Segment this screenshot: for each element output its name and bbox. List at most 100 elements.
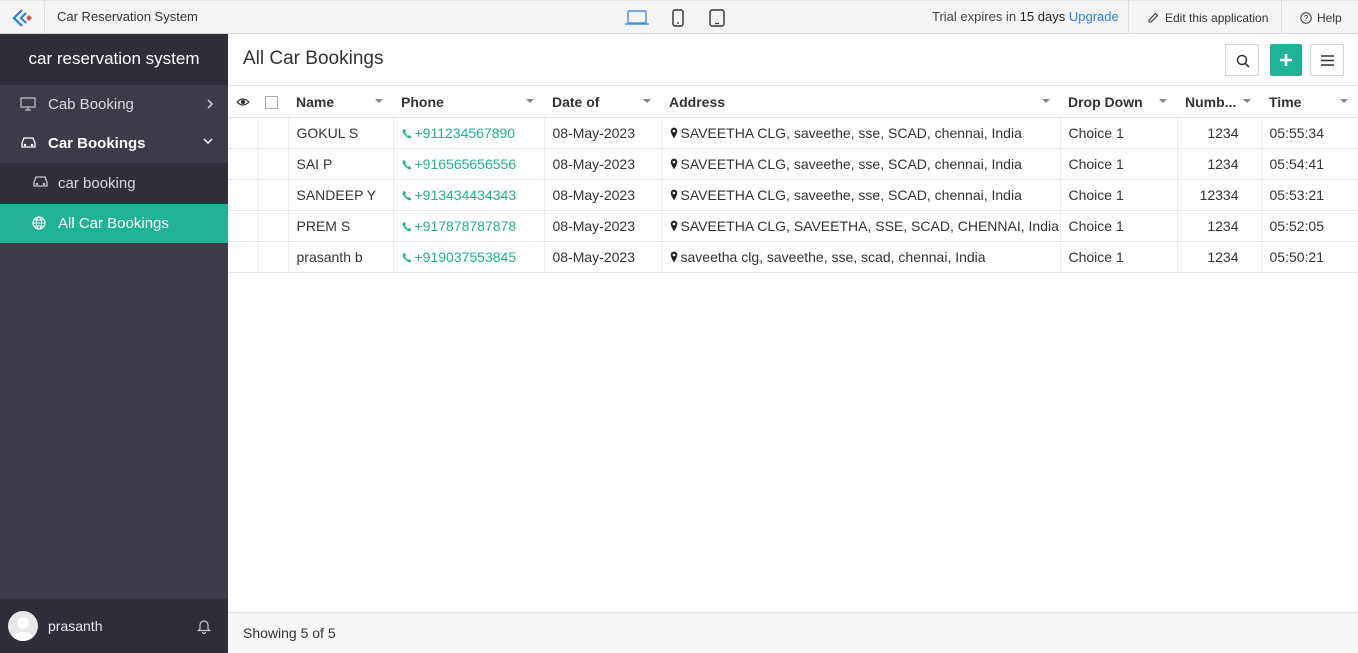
column-header-phone[interactable]: Phone: [393, 85, 544, 118]
phone-link[interactable]: +913434434343: [415, 187, 517, 203]
cell-number: 1234: [1177, 117, 1262, 149]
cell-address: SAVEETHA CLG, saveethe, sse, SCAD, chenn…: [661, 179, 1061, 211]
row-select-cell[interactable]: [258, 148, 289, 180]
sort-caret-icon[interactable]: [1340, 99, 1348, 103]
edit-application-button[interactable]: Edit this application: [1128, 1, 1282, 34]
cell-phone[interactable]: +917878787878: [393, 210, 545, 242]
column-header-address[interactable]: Address: [661, 85, 1060, 118]
column-header-label: Date of: [552, 93, 600, 110]
app-logo[interactable]: [0, 1, 45, 34]
bell-icon[interactable]: [197, 618, 211, 634]
row-actions-cell[interactable]: [228, 117, 259, 149]
monitor-icon: [20, 97, 36, 111]
address-text: SAVEETHA CLG, saveethe, sse, SCAD, chenn…: [680, 125, 1022, 141]
cell-number: 1234: [1177, 148, 1262, 180]
sort-caret-icon[interactable]: [1042, 99, 1050, 103]
phone-link[interactable]: +917878787878: [415, 218, 517, 234]
row-actions-cell[interactable]: [228, 241, 259, 273]
chevron-down-icon: [203, 138, 213, 145]
cell-date: 08-May-2023: [544, 241, 662, 273]
svg-text:?: ?: [1304, 14, 1309, 23]
column-header-label: Numb...: [1185, 93, 1237, 110]
bookings-table: Name Phone Date of Address Drop Down Num…: [228, 85, 1358, 273]
column-header-name[interactable]: Name: [288, 85, 393, 118]
phone-icon[interactable]: [672, 9, 684, 30]
phone-icon: [402, 252, 411, 263]
column-header-number[interactable]: Numb...: [1177, 85, 1261, 118]
row-select-cell[interactable]: [258, 179, 289, 211]
upgrade-link[interactable]: Upgrade: [1069, 9, 1119, 24]
sidebar-item-cab-booking[interactable]: Cab Booking: [0, 85, 228, 124]
column-header-label: Phone: [401, 93, 444, 110]
phone-link[interactable]: +911234567890: [415, 125, 516, 141]
sort-caret-icon[interactable]: [375, 99, 383, 103]
chevron-right-icon: [207, 99, 214, 109]
map-pin-icon: [670, 220, 677, 232]
cell-date: 08-May-2023: [544, 179, 662, 211]
sort-caret-icon[interactable]: [526, 99, 534, 103]
cell-phone[interactable]: +911234567890: [393, 117, 545, 149]
more-options-button[interactable]: [1310, 44, 1344, 76]
column-header-date[interactable]: Date of: [544, 85, 661, 118]
map-pin-icon: [670, 127, 677, 139]
column-header-label: Time: [1269, 93, 1302, 110]
table-row[interactable]: GOKUL S +911234567890 08-May-2023 SAVEETHA …: [228, 117, 1358, 149]
select-all-checkbox[interactable]: [265, 95, 278, 109]
table-row[interactable]: SAI P +916565656556 08-May-2023 SAVEETHA CL…: [228, 148, 1358, 180]
cell-phone[interactable]: +913434434343: [393, 179, 545, 211]
cell-date: 08-May-2023: [544, 210, 662, 242]
sidebar-item-label: Car Bookings: [48, 135, 146, 152]
cell-address: saveetha clg, saveethe, sse, scad, chenn…: [661, 241, 1061, 273]
add-record-button[interactable]: [1270, 44, 1302, 76]
row-actions-cell[interactable]: [228, 148, 259, 180]
sidebar-item-all-car-bookings[interactable]: All Car Bookings: [0, 204, 228, 243]
avatar[interactable]: [8, 611, 38, 641]
row-select-cell[interactable]: [258, 241, 289, 273]
table-row[interactable]: PREM S +917878787878 08-May-2023 SAVEETHA C…: [228, 210, 1358, 242]
cell-phone[interactable]: +919037553845: [393, 241, 545, 273]
phone-link[interactable]: +916565656556: [415, 156, 517, 172]
phone-icon: [402, 190, 411, 201]
search-icon: [1236, 54, 1250, 68]
trial-days: 15 days: [1019, 9, 1066, 24]
column-header-drop-down[interactable]: Drop Down: [1060, 85, 1177, 118]
cell-time: 05:54:41: [1261, 148, 1358, 180]
car-icon: [33, 176, 48, 187]
column-header-time[interactable]: Time: [1261, 85, 1358, 118]
row-select-cell[interactable]: [258, 117, 289, 149]
sidebar: car reservation system Cab Booking Car B…: [0, 34, 228, 653]
column-header-label: Name: [296, 93, 335, 110]
main-content: All Car Bookings Name Phone Date of Addr…: [228, 34, 1358, 653]
cell-number: 1234: [1177, 241, 1262, 273]
table-row[interactable]: SANDEEP Y +913434434343 08-May-2023 SAVEETH…: [228, 179, 1358, 211]
select-all-checkbox-cell[interactable]: [258, 85, 288, 118]
sort-caret-icon[interactable]: [1159, 99, 1167, 103]
sidebar-item-label: All Car Bookings: [58, 215, 169, 232]
phone-link[interactable]: +919037553845: [415, 249, 517, 265]
phone-icon: [402, 159, 411, 170]
laptop-icon[interactable]: [621, 9, 653, 38]
sort-caret-icon[interactable]: [643, 99, 651, 103]
sidebar-item-car-booking[interactable]: car booking: [0, 163, 228, 204]
cell-number: 12334: [1177, 179, 1262, 211]
tablet-icon[interactable]: [709, 9, 725, 30]
phone-icon: [402, 221, 411, 232]
user-name[interactable]: prasanth: [48, 618, 102, 634]
search-button[interactable]: [1225, 44, 1259, 76]
row-select-cell[interactable]: [258, 210, 289, 242]
cell-phone[interactable]: +916565656556: [393, 148, 545, 180]
table-row[interactable]: prasanth b +919037553845 08-May-2023 saveet…: [228, 241, 1358, 273]
sidebar-item-car-bookings[interactable]: Car Bookings: [0, 124, 228, 163]
row-actions-cell[interactable]: [228, 210, 259, 242]
car-icon: [21, 137, 36, 148]
cell-name: GOKUL S: [288, 117, 394, 149]
column-visibility-toggle[interactable]: [228, 85, 258, 118]
list-footer: Showing 5 of 5: [228, 612, 1358, 653]
sort-caret-icon[interactable]: [1243, 99, 1251, 103]
cell-drop-down: Choice 1: [1060, 117, 1178, 149]
globe-icon: [32, 216, 46, 230]
row-actions-cell[interactable]: [228, 179, 259, 211]
page-title: All Car Bookings: [243, 48, 384, 69]
address-text: SAVEETHA CLG, SAVEETHA, SSE, SCAD, CHENN…: [680, 218, 1059, 234]
cell-time: 05:52:05: [1261, 210, 1358, 242]
